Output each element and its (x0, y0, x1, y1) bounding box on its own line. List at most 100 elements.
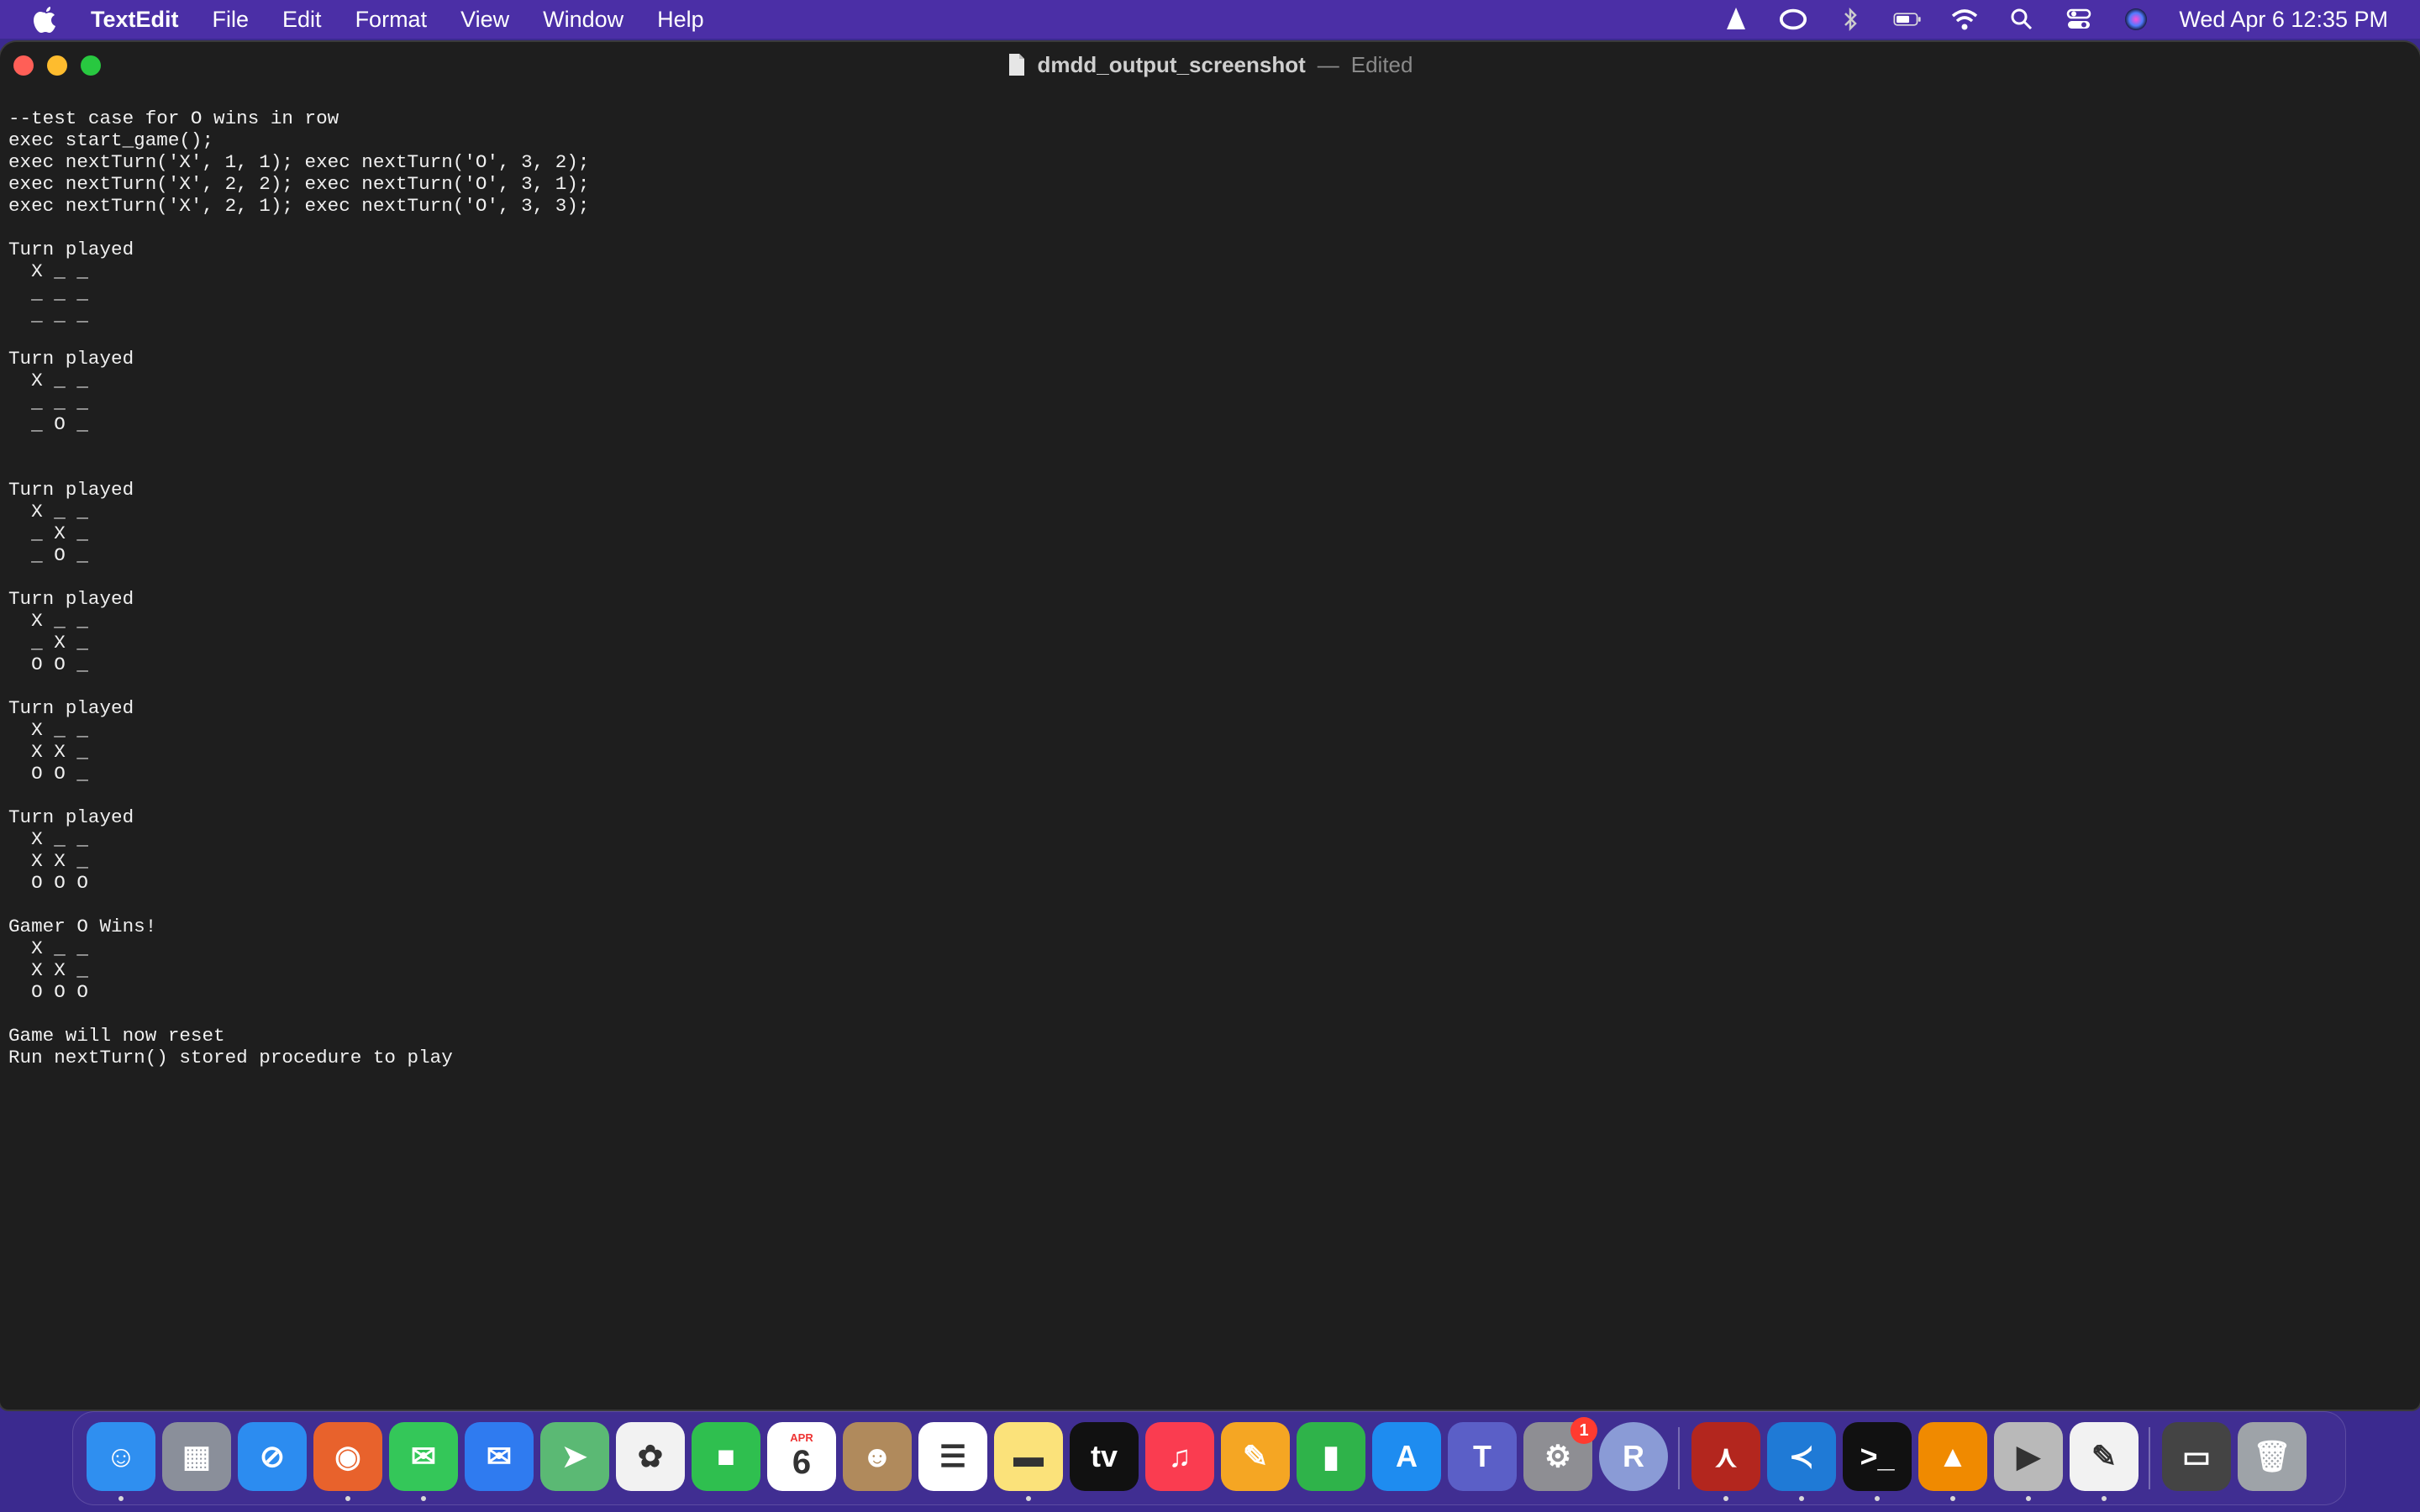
dock-glyph: ⚙ (1544, 1439, 1572, 1473)
running-indicator (1799, 1496, 1804, 1501)
dock-launchpad-icon[interactable]: ▦ (162, 1422, 231, 1491)
dock-glyph: R (1623, 1439, 1644, 1473)
document-line: X _ _ (8, 501, 88, 522)
menu-view[interactable]: View (460, 7, 509, 33)
menu-app-name[interactable]: TextEdit (91, 7, 179, 33)
document-line: --test case for O wins in row (8, 108, 339, 129)
menu-clock[interactable]: Wed Apr 6 12:35 PM (2179, 7, 2388, 33)
dock-messages-icon[interactable]: ✉ (389, 1422, 458, 1491)
dock-reminders-icon[interactable]: ☰ (918, 1422, 987, 1491)
document-line: O O O (8, 872, 88, 894)
running-indicator (421, 1496, 426, 1501)
running-indicator (1026, 1496, 1031, 1501)
dock-notes-icon[interactable]: ▬ (994, 1422, 1063, 1491)
siri-icon[interactable] (2122, 5, 2150, 34)
dock-vlc-icon[interactable]: ▲ (1918, 1422, 1987, 1491)
document-filename: dmdd_output_screenshot (1037, 51, 1306, 77)
dock-glyph: ⋏ (1714, 1439, 1738, 1473)
dock-mail-icon[interactable]: ✉ (465, 1422, 534, 1491)
dock-safari-icon[interactable]: ⊘ (238, 1422, 307, 1491)
zoom-window-button[interactable] (81, 55, 101, 76)
dock-glyph: ☺ (105, 1439, 137, 1473)
running-indicator (345, 1496, 350, 1501)
dock-music-icon[interactable]: ♫ (1145, 1422, 1214, 1491)
document-line: O O O (8, 981, 88, 1003)
document-icon (1008, 54, 1024, 76)
creative-cloud-icon[interactable] (1779, 5, 1807, 34)
dock-acrobat-icon[interactable]: ⋏ (1691, 1422, 1760, 1491)
dock-pages-icon[interactable]: ✎ (1221, 1422, 1290, 1491)
dock-app-store-icon[interactable]: A (1372, 1422, 1441, 1491)
dock-r-app-icon[interactable]: R (1599, 1422, 1668, 1491)
dock-facetime-icon[interactable]: ■ (692, 1422, 760, 1491)
dock-contacts-icon[interactable]: ☻ (843, 1422, 912, 1491)
menu-help[interactable]: Help (657, 7, 704, 33)
minimize-window-button[interactable] (47, 55, 67, 76)
dock: ☺ ▦ ⊘ ◉ ✉ ✉ ➤ ✿ ■ APR 6 ☻ ☰ ▬ tv ♫ ✎ ▮ A T ⚙ 1 R ⋏ ≺ >_ ▲ ▶ ✎ ▭ 🗑 (72, 1411, 2346, 1505)
dock-trash-icon[interactable]: 🗑 (2238, 1422, 2307, 1491)
dock-glyph: ✉ (410, 1439, 437, 1473)
dock-textedit-icon[interactable]: ✎ (2070, 1422, 2139, 1491)
search-icon[interactable] (2007, 5, 2036, 34)
document-line: X _ _ (8, 828, 88, 850)
close-window-button[interactable] (13, 55, 34, 76)
document-line: _ X _ (8, 522, 88, 544)
title-separator: — (1317, 51, 1339, 77)
running-indicator (118, 1496, 124, 1501)
dock-numbers-icon[interactable]: ▮ (1297, 1422, 1365, 1491)
dock-separator (2149, 1427, 2150, 1489)
running-indicator (1950, 1496, 1955, 1501)
dock-glyph: ✉ (486, 1439, 513, 1473)
control-center-icon[interactable] (2065, 5, 2093, 34)
dock-glyph: >_ (1860, 1439, 1895, 1473)
running-indicator (2026, 1496, 2031, 1501)
menu-edit[interactable]: Edit (282, 7, 322, 33)
bluetooth-icon[interactable] (1836, 5, 1865, 34)
dock-maps-icon[interactable]: ➤ (540, 1422, 609, 1491)
dock-apple-tv-icon[interactable]: tv (1070, 1422, 1139, 1491)
document-line: X _ _ (8, 610, 88, 632)
dock-system-preferences-icon[interactable]: ⚙ 1 (1523, 1417, 1597, 1491)
dock-vscode-icon[interactable]: ≺ (1767, 1422, 1836, 1491)
menu-file[interactable]: File (213, 7, 250, 33)
apple-menu-icon[interactable] (29, 3, 62, 36)
document-line: _ _ _ (8, 282, 88, 304)
wifi-icon[interactable] (1950, 5, 1979, 34)
dock-recent-window-icon[interactable]: ▭ (2162, 1422, 2231, 1491)
dock-glyph: ➤ (561, 1439, 588, 1473)
dock-glyph: ▬ (1013, 1439, 1044, 1473)
dock-glyph: 6 (792, 1443, 812, 1481)
dock-glyph: ⊘ (259, 1439, 286, 1473)
menu-window[interactable]: Window (543, 7, 623, 33)
dock-glyph: 🗑 (2253, 1439, 2291, 1473)
status-area: Wed Apr 6 12:35 PM (1722, 0, 2388, 39)
dock-terminal-icon[interactable]: >_ (1843, 1422, 1912, 1491)
document-line: O O _ (8, 763, 88, 785)
battery-icon[interactable] (1893, 5, 1922, 34)
dock-glyph: ▦ (182, 1439, 211, 1473)
notification-badge: 1 (1570, 1417, 1597, 1444)
menu-bar: TextEdit File Edit Format View Window He… (0, 0, 2420, 39)
dock-glyph: A (1396, 1439, 1418, 1473)
vlc-icon[interactable] (1722, 5, 1750, 34)
dock-firefox-icon[interactable]: ◉ (313, 1422, 382, 1491)
dock-glyph: ◉ (334, 1439, 361, 1473)
dock-glyph: tv (1090, 1439, 1118, 1473)
dock-photos-icon[interactable]: ✿ (616, 1422, 685, 1491)
dock-sequel-app-icon[interactable]: ▶ (1994, 1422, 2063, 1491)
title-bar[interactable]: dmdd_output_screenshot — Edited (0, 42, 2420, 87)
document-text-area[interactable]: --test case for O wins in row exec start_… (8, 108, 2412, 1401)
document-line: exec start_game(); (8, 129, 214, 151)
document-line: _ _ _ (8, 391, 88, 413)
running-indicator (2102, 1496, 2107, 1501)
menu-format[interactable]: Format (355, 7, 428, 33)
document-line: Game will now reset (8, 1025, 225, 1047)
document-line: Turn played (8, 479, 134, 501)
dock-calendar-icon[interactable]: APR 6 (767, 1422, 836, 1491)
dock-finder-icon[interactable]: ☺ (87, 1422, 155, 1491)
dock-teams-icon[interactable]: T (1448, 1422, 1517, 1491)
